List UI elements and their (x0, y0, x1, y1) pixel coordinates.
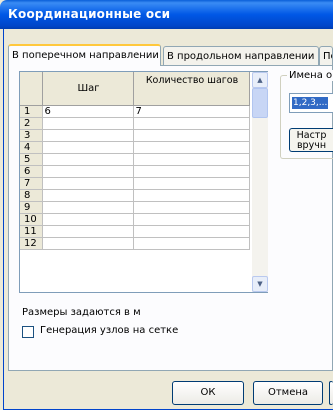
column-header-count[interactable]: Количество шагов (133, 72, 250, 106)
tab-third[interactable]: По (319, 46, 333, 65)
row-number[interactable]: 5 (20, 153, 43, 166)
row-number[interactable]: 1 (20, 105, 43, 118)
count-cell[interactable] (133, 201, 250, 214)
count-cell[interactable] (133, 165, 250, 178)
tab-strip: В поперечном направлении В продольном на… (8, 44, 333, 66)
step-cell[interactable]: 6 (42, 105, 134, 118)
step-cell[interactable] (42, 213, 134, 226)
row-number[interactable]: 4 (20, 141, 43, 154)
table-row: 11 (20, 225, 250, 238)
scroll-down-arrow-icon[interactable]: ▼ (252, 276, 268, 292)
table-row: 10 (20, 213, 250, 226)
grid-nodes-checkbox[interactable] (22, 326, 34, 338)
table-row: 4 (20, 141, 250, 154)
names-group-label: Имена о (287, 70, 333, 81)
tab-transverse[interactable]: В поперечном направлении (8, 44, 161, 66)
ok-button[interactable]: ОК (172, 381, 244, 405)
row-number[interactable]: 12 (20, 237, 43, 250)
scroll-thumb[interactable] (252, 88, 268, 118)
count-cell[interactable] (133, 237, 250, 250)
scroll-up-arrow-icon[interactable]: ▲ (252, 72, 268, 88)
step-cell[interactable] (42, 177, 134, 190)
set-manually-button[interactable]: Настр вручн (289, 128, 333, 152)
row-number[interactable]: 10 (20, 213, 43, 226)
title-bar: Координационные оси (0, 0, 333, 29)
row-number[interactable]: 3 (20, 129, 43, 142)
step-cell[interactable] (42, 153, 134, 166)
table-row: 5 (20, 153, 250, 166)
row-number[interactable]: 6 (20, 165, 43, 178)
table-row: 8 (20, 189, 250, 202)
cancel-button[interactable]: Отмена (253, 381, 323, 405)
count-cell[interactable] (133, 225, 250, 238)
tab-longitudinal[interactable]: В продольном направлении (163, 46, 319, 65)
row-number[interactable]: 7 (20, 177, 43, 190)
row-number[interactable]: 2 (20, 117, 43, 130)
table-row: 167 (20, 105, 250, 118)
row-number[interactable]: 9 (20, 201, 43, 214)
table-row: 2 (20, 117, 250, 130)
step-cell[interactable] (42, 141, 134, 154)
column-header-step[interactable]: Шаг (42, 72, 134, 106)
grid-header-row: Шаг Количество шагов (20, 72, 250, 106)
step-cell[interactable] (42, 201, 134, 214)
step-cell[interactable] (42, 189, 134, 202)
grid-nodes-checkbox-label[interactable]: Генерация узлов на сетке (40, 325, 178, 336)
step-cell[interactable] (42, 117, 134, 130)
count-cell[interactable] (133, 117, 250, 130)
count-cell[interactable] (133, 141, 250, 154)
set-manually-label-line2: вручн (296, 140, 327, 151)
step-cell[interactable] (42, 225, 134, 238)
step-cell[interactable] (42, 129, 134, 142)
count-cell[interactable]: 7 (133, 105, 250, 118)
window-title: Координационные оси (8, 7, 171, 21)
count-cell[interactable] (133, 213, 250, 226)
table-row: 9 (20, 201, 250, 214)
step-cell[interactable] (42, 237, 134, 250)
axis-names-input[interactable]: 1,2,3,... (289, 93, 333, 113)
axis-names-value: 1,2,3,... (292, 97, 329, 109)
grid-vertical-scrollbar[interactable]: ▲ ▼ (252, 72, 268, 292)
count-cell[interactable] (133, 189, 250, 202)
table-row: 6 (20, 165, 250, 178)
count-cell[interactable] (133, 153, 250, 166)
count-cell[interactable] (133, 129, 250, 142)
grid-corner-cell (20, 72, 43, 106)
table-row: 3 (20, 129, 250, 142)
row-number[interactable]: 8 (20, 189, 43, 202)
step-cell[interactable] (42, 165, 134, 178)
count-cell[interactable] (133, 177, 250, 190)
table-row: 12 (20, 237, 250, 250)
axes-grid-table: Шаг Количество шагов 1 6 7 2 3 4 5 6 7 8 9 10 11 12 (20, 72, 250, 250)
row-number[interactable]: 11 (20, 225, 43, 238)
hidden-button-edge[interactable] (329, 381, 333, 405)
units-label: Размеры задаются в м (22, 307, 141, 318)
table-row: 7 (20, 177, 250, 190)
axes-grid[interactable]: Шаг Количество шагов 1 6 7 2 3 4 5 6 7 8 9 10 11 12 (19, 71, 268, 293)
